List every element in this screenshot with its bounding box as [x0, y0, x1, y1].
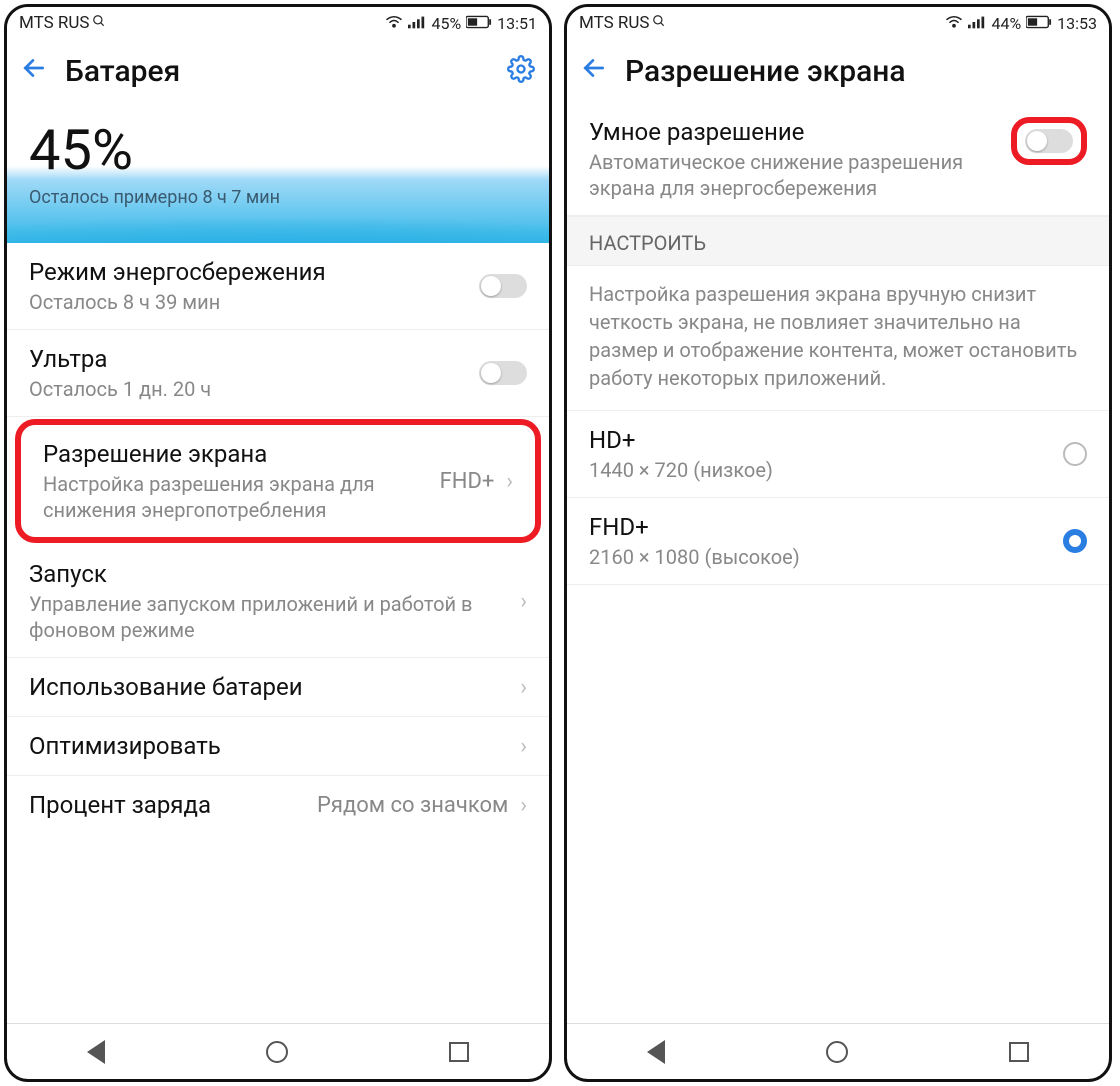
row-sub: Осталось 8 ч 39 мин	[29, 289, 467, 315]
nav-recent-button[interactable]	[449, 1042, 469, 1062]
row-title: Ультра	[29, 344, 467, 374]
battery-hero: 45% Осталось примерно 8 ч 7 мин	[7, 103, 549, 243]
settings-list: Умное разрешение Автоматическое снижение…	[567, 103, 1109, 1023]
chevron-right-icon: ›	[520, 675, 527, 700]
carrier-label: MTS RUS	[579, 13, 650, 33]
row-title: Оптимизировать	[29, 731, 508, 761]
phone-left: MTS RUS 45% 13:51 Батарея	[4, 4, 552, 1082]
app-bar: Разрешение экрана	[567, 39, 1109, 103]
back-button[interactable]	[21, 55, 47, 88]
chevron-right-icon: ›	[520, 734, 527, 759]
chevron-right-icon: ›	[520, 793, 527, 818]
fhd-radio[interactable]	[1063, 529, 1087, 553]
time-label: 13:53	[1057, 14, 1097, 33]
nav-recent-button[interactable]	[1009, 1042, 1029, 1062]
row-title: Использование батареи	[29, 672, 508, 702]
nav-home-button[interactable]	[266, 1041, 288, 1063]
row-battery-usage[interactable]: Использование батареи ›	[7, 658, 549, 717]
row-smart-resolution[interactable]: Умное разрешение Автоматическое снижение…	[567, 103, 1109, 216]
power-saving-toggle[interactable]	[479, 274, 527, 298]
row-sub: 1440 × 720 (низкое)	[589, 457, 1051, 483]
row-optimize[interactable]: Оптимизировать ›	[7, 717, 549, 776]
page-title: Батарея	[65, 54, 489, 89]
battery-icon	[466, 14, 492, 33]
row-title: Процент заряда	[29, 790, 305, 820]
signal-icon	[408, 14, 426, 33]
smart-resolution-toggle[interactable]	[1025, 129, 1073, 153]
row-hd-option[interactable]: HD+ 1440 × 720 (низкое)	[567, 411, 1109, 498]
nav-back-button[interactable]	[87, 1040, 105, 1064]
percent-value: Рядом со значком	[317, 793, 508, 818]
wifi-icon	[945, 14, 963, 33]
nav-back-button[interactable]	[647, 1040, 665, 1064]
battery-remaining: Осталось примерно 8 ч 7 мин	[29, 187, 527, 208]
row-screen-resolution[interactable]: Разрешение экрана Настройка разрешения э…	[21, 425, 535, 537]
row-title: Умное разрешение	[589, 117, 991, 147]
row-title: Режим энергосбережения	[29, 257, 467, 287]
resolution-value: FHD+	[440, 469, 495, 494]
search-icon	[652, 13, 666, 33]
row-title: FHD+	[589, 512, 1051, 542]
row-title: HD+	[589, 425, 1051, 455]
row-sub: Управление запуском приложений и работой…	[29, 591, 508, 643]
nav-home-button[interactable]	[826, 1041, 848, 1063]
settings-list: Режим энергосбережения Осталось 8 ч 39 м…	[7, 243, 549, 1023]
back-button[interactable]	[581, 55, 607, 88]
section-header-configure: НАСТРОИТЬ	[567, 216, 1109, 266]
nav-bar	[567, 1023, 1109, 1079]
highlight-resolution: Разрешение экрана Настройка разрешения э…	[15, 419, 541, 543]
search-icon	[92, 13, 106, 33]
chevron-right-icon: ›	[520, 589, 527, 614]
wifi-icon	[385, 14, 403, 33]
status-bar: MTS RUS 44% 13:53	[567, 7, 1109, 39]
page-title: Разрешение экрана	[625, 54, 1095, 89]
battery-pct-label: 44%	[991, 14, 1021, 33]
settings-gear-icon[interactable]	[507, 55, 535, 87]
carrier-label: MTS RUS	[19, 13, 90, 33]
ultra-toggle[interactable]	[479, 361, 527, 385]
row-sub: 2160 × 1080 (высокое)	[589, 544, 1051, 570]
signal-icon	[968, 14, 986, 33]
row-fhd-option[interactable]: FHD+ 2160 × 1080 (высокое)	[567, 498, 1109, 585]
row-power-saving[interactable]: Режим энергосбережения Осталось 8 ч 39 м…	[7, 243, 549, 330]
battery-percent: 45%	[29, 117, 527, 183]
row-sub: Автоматическое снижение разрешения экран…	[589, 149, 991, 201]
time-label: 13:51	[497, 14, 537, 33]
nav-bar	[7, 1023, 549, 1079]
row-title: Запуск	[29, 559, 508, 589]
app-bar: Батарея	[7, 39, 549, 103]
battery-icon	[1026, 14, 1052, 33]
hd-radio[interactable]	[1063, 442, 1087, 466]
status-bar: MTS RUS 45% 13:51	[7, 7, 549, 39]
row-launch[interactable]: Запуск Управление запуском приложений и …	[7, 545, 549, 658]
battery-pct-label: 45%	[431, 14, 461, 33]
row-sub: Осталось 1 дн. 20 ч	[29, 376, 467, 402]
row-battery-percent[interactable]: Процент заряда Рядом со значком ›	[7, 776, 549, 834]
row-sub: Настройка разрешения экрана для снижения…	[43, 471, 428, 523]
highlight-toggle	[1011, 117, 1087, 165]
row-ultra[interactable]: Ультра Осталось 1 дн. 20 ч	[7, 330, 549, 417]
row-title: Разрешение экрана	[43, 439, 428, 469]
phone-right: MTS RUS 44% 13:53 Разрешение экрана	[564, 4, 1112, 1082]
info-text: Настройка разрешения экрана вручную сниз…	[567, 266, 1109, 411]
chevron-right-icon: ›	[506, 469, 513, 494]
